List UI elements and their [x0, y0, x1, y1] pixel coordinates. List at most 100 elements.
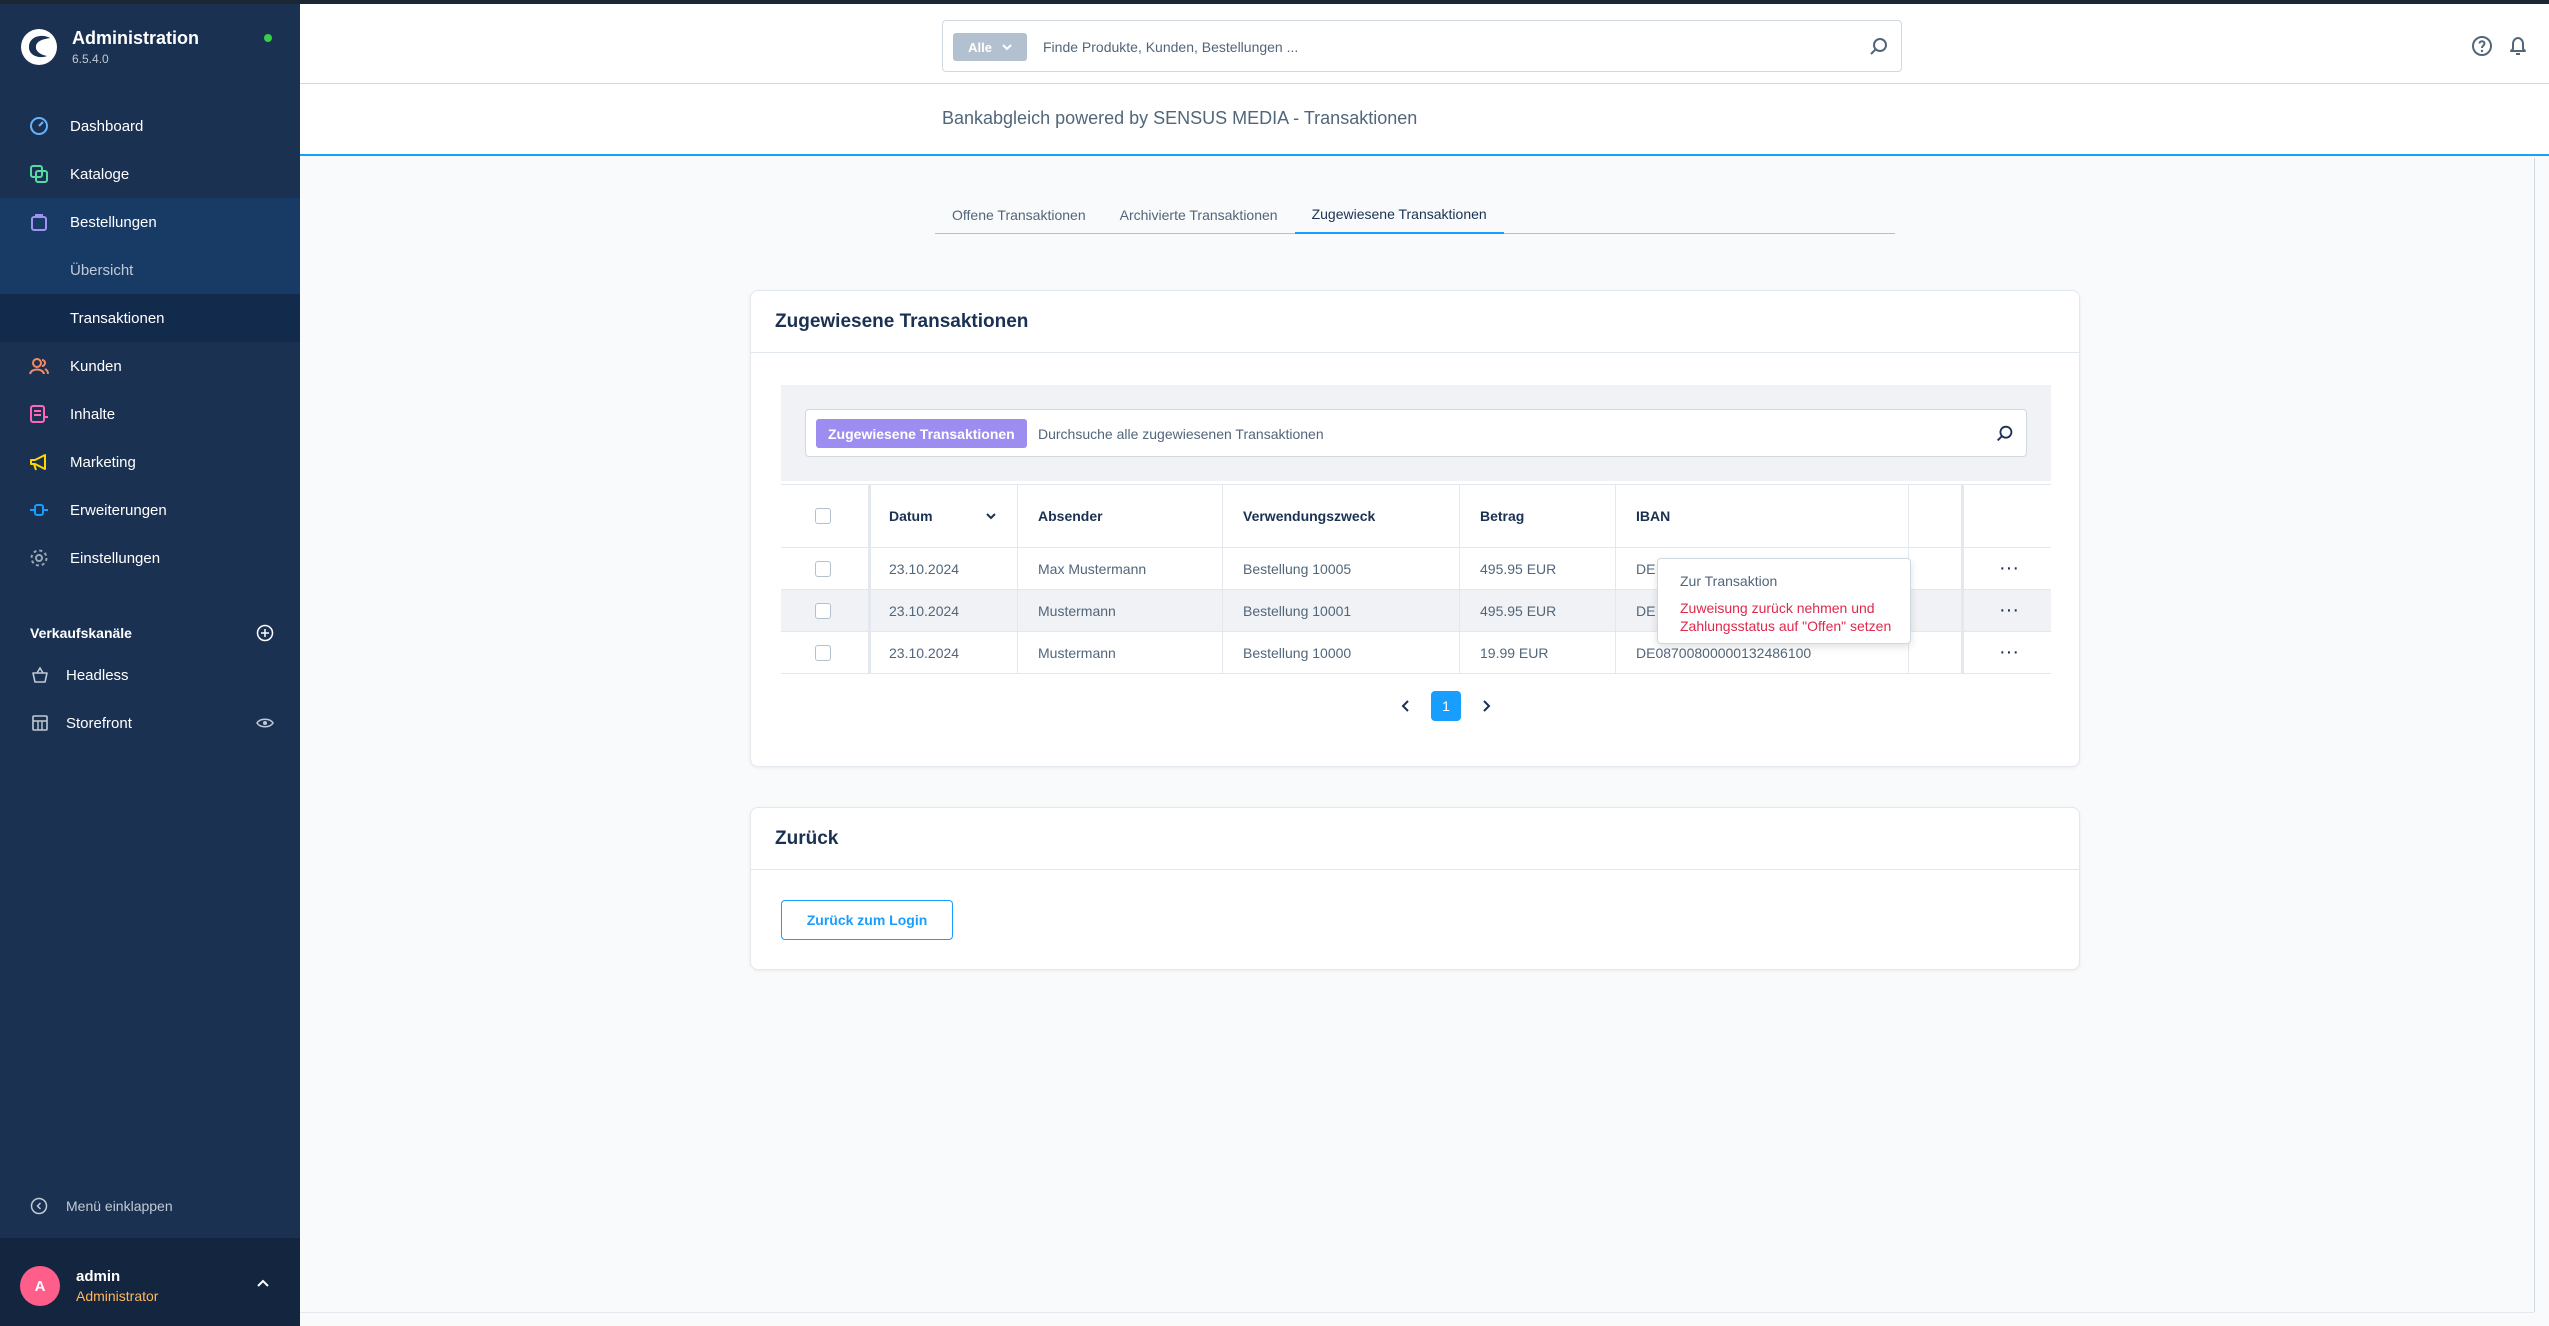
search-icon[interactable]: [1994, 423, 2016, 445]
search-type-select[interactable]: Alle: [953, 33, 1027, 61]
tab-assigned-transactions[interactable]: Zugewiesene Transaktionen: [1294, 196, 1504, 234]
sales-channel-label: Storefront: [66, 714, 132, 732]
card-title: Zugewiesene Transaktionen: [751, 291, 2079, 353]
sidebar-item-label: Erweiterungen: [70, 501, 167, 519]
global-search-input[interactable]: [1043, 33, 1843, 61]
column-divider: [1222, 548, 1223, 589]
scrollbar[interactable]: [2534, 158, 2535, 1312]
card-title: Zurück: [751, 808, 2079, 870]
row-context-menu: Zur Transaktion Zuweisung zurück nehmen …: [1657, 558, 1911, 644]
sidebar-item-label: Einstellungen: [70, 549, 161, 567]
row-select-cell: [815, 632, 831, 673]
shopware-logo-icon: [21, 29, 57, 65]
cell-amount: 495.95 EUR: [1480, 602, 1557, 619]
help-icon[interactable]: [2470, 34, 2494, 58]
sales-channels-title: Verkaufskanäle: [30, 625, 132, 641]
global-search: Alle: [942, 20, 1902, 72]
row-checkbox[interactable]: [815, 644, 831, 661]
sidebar-item-settings[interactable]: Einstellungen: [0, 534, 300, 582]
column-divider: [1908, 485, 1909, 547]
basket-icon: [30, 665, 50, 685]
cell-amount: 19.99 EUR: [1480, 644, 1549, 661]
grid-search: Zugewiesene Transaktionen: [805, 409, 2027, 457]
avatar: A: [20, 1266, 60, 1306]
column-divider: [868, 590, 871, 631]
sidebar-item-orders[interactable]: Bestellungen: [0, 198, 300, 246]
sidebar-item-content[interactable]: Inhalte: [0, 390, 300, 438]
chevron-left-icon[interactable]: [1396, 696, 1416, 716]
brand[interactable]: Administration 6.5.4.0: [20, 24, 280, 80]
sidebar-item-dashboard[interactable]: Dashboard: [0, 102, 300, 150]
grid-search-badge[interactable]: Zugewiesene Transaktionen: [816, 419, 1027, 448]
eye-icon[interactable]: [256, 717, 274, 729]
page-title: Bankabgleich powered by SENSUS MEDIA - T…: [942, 108, 1418, 128]
page-button-current[interactable]: 1: [1431, 691, 1461, 721]
column-divider: [868, 485, 871, 547]
app-version: 6.5.4.0: [72, 52, 109, 66]
smart-bar: Bankabgleich powered by SENSUS MEDIA - T…: [300, 84, 2549, 156]
column-divider: [1017, 548, 1018, 589]
row-actions-button[interactable]: ···: [1999, 590, 2019, 631]
app-title: Administration: [72, 28, 200, 48]
row-actions-button[interactable]: ···: [1999, 548, 2019, 589]
column-header-iban[interactable]: IBAN: [1636, 485, 1670, 547]
cell-date: 23.10.2024: [889, 644, 960, 661]
column-divider: [1459, 590, 1460, 631]
context-menu-item-revert-assignment[interactable]: Zuweisung zurück nehmen und Zahlungsstat…: [1680, 599, 1910, 635]
cell-sender: Max Mustermann: [1038, 560, 1147, 577]
search-icon[interactable]: [1867, 35, 1891, 59]
cell-purpose: Bestellung 10000: [1243, 644, 1352, 661]
column-header-date[interactable]: Datum: [889, 485, 1009, 547]
grid-search-input[interactable]: [1038, 419, 1938, 448]
sidebar-item-customers[interactable]: Kunden: [0, 342, 300, 390]
megaphone-icon: [28, 451, 50, 473]
column-divider: [1961, 632, 1964, 673]
tab-open-transactions[interactable]: Offene Transaktionen: [935, 196, 1103, 233]
add-sales-channel-icon[interactable]: [256, 624, 274, 642]
row-checkbox[interactable]: [815, 560, 831, 577]
sort-chevron-down-icon[interactable]: [985, 512, 997, 520]
bell-icon[interactable]: [2506, 34, 2530, 58]
column-divider: [868, 548, 871, 589]
select-all-cell: [815, 485, 831, 547]
sidebar-item-label: Dashboard: [70, 117, 144, 135]
assigned-transactions-card: Zugewiesene Transaktionen Zugewiesene Tr…: [750, 290, 2080, 767]
sidebar-item-extensions[interactable]: Erweiterungen: [0, 486, 300, 534]
column-divider: [1615, 590, 1616, 631]
content-bottom-divider: [300, 1312, 2534, 1313]
sidebar-item-marketing[interactable]: Marketing: [0, 438, 300, 486]
sidebar-subitem-transactions[interactable]: Transaktionen: [0, 294, 300, 342]
cell-purpose: Bestellung 10001: [1243, 602, 1352, 619]
row-checkbox[interactable]: [815, 602, 831, 619]
tab-archived-transactions[interactable]: Archivierte Transaktionen: [1103, 196, 1295, 233]
context-menu-item-view-transaction[interactable]: Zur Transaktion: [1680, 573, 1777, 589]
sidebar-subitem-overview[interactable]: Übersicht: [0, 246, 300, 294]
table-header: Datum Absender Verwendungszweck Betrag I…: [781, 484, 2051, 548]
row-select-cell: [815, 590, 831, 631]
storefront-icon: [30, 713, 50, 733]
collapse-menu-label: Menü einklappen: [66, 1198, 173, 1214]
sidebar-item-catalogs[interactable]: Kataloge: [0, 150, 300, 198]
top-header: Alle: [300, 4, 2549, 84]
row-actions-button[interactable]: ···: [1999, 632, 2019, 673]
column-header-sender[interactable]: Absender: [1038, 485, 1103, 547]
status-indicator: [264, 34, 272, 42]
chevron-left-circle-icon: [30, 1196, 50, 1216]
back-to-login-button[interactable]: Zurück zum Login: [781, 900, 953, 940]
chevron-right-icon[interactable]: [1476, 696, 1496, 716]
cell-iban: DE: [1636, 602, 1656, 619]
column-divider: [1222, 590, 1223, 631]
transaction-tabs: Offene Transaktionen Archivierte Transak…: [935, 196, 1895, 234]
user-menu[interactable]: A admin Administrator: [0, 1238, 300, 1326]
column-header-amount[interactable]: Betrag: [1480, 485, 1524, 547]
collapse-menu-button[interactable]: Menü einklappen: [30, 1196, 173, 1216]
sales-channels-heading: Verkaufskanäle: [30, 624, 274, 642]
cell-amount: 495.95 EUR: [1480, 560, 1557, 577]
column-divider: [1615, 548, 1616, 589]
column-divider: [1017, 485, 1018, 547]
column-header-purpose[interactable]: Verwendungszweck: [1243, 485, 1375, 547]
select-all-checkbox[interactable]: [815, 508, 831, 524]
column-divider: [1017, 590, 1018, 631]
sales-channel-storefront[interactable]: Storefront: [30, 708, 274, 738]
sales-channel-headless[interactable]: Headless: [30, 660, 274, 690]
